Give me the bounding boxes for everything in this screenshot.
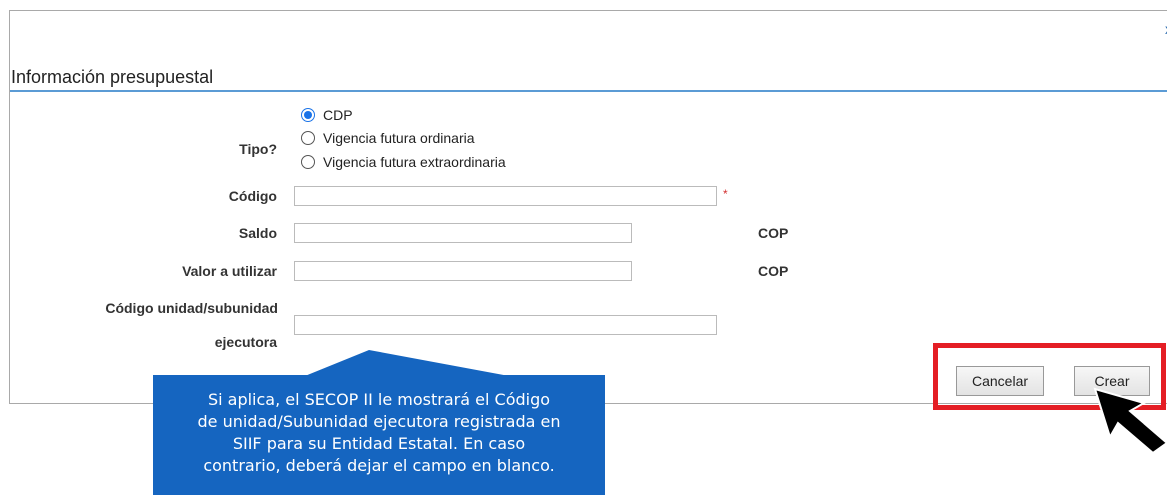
saldo-label: Saldo [238,225,277,241]
unidad-label-line2: ejecutora [214,334,277,350]
valor-input[interactable] [294,261,632,281]
radio-label-vigencia-ordinaria: Vigencia futura ordinaria [323,130,475,146]
radio-option-vigencia-ordinaria[interactable]: Vigencia futura ordinaria [301,130,475,146]
radio-button-vigencia-extraordinaria[interactable] [301,155,315,169]
valor-currency: COP [758,263,789,279]
callout-line: contrario, deberá dejar el campo en blan… [203,456,555,475]
radio-label-vigencia-extraordinaria: Vigencia futura extraordinaria [323,154,506,170]
callout-line: SIIF para su Entidad Estatal. En caso [232,434,526,453]
saldo-input[interactable] [294,223,632,243]
help-callout: Si aplica, el SECOP II le mostrará el Có… [153,375,605,495]
callout-line: de unidad/Subunidad ejecutora registrada… [197,412,561,431]
section-header: Información presupuestal [10,66,1167,92]
saldo-currency: COP [758,225,789,241]
section-title: Información presupuestal [11,67,214,87]
tipo-label: Tipo? [239,141,277,157]
radio-button-vigencia-ordinaria[interactable] [301,131,315,145]
radio-button-cdp[interactable] [301,108,315,122]
mouse-pointer-icon [1093,387,1167,455]
codigo-input[interactable] [294,186,717,206]
valor-label: Valor a utilizar [182,263,277,279]
radio-label-cdp: CDP [323,107,353,123]
codigo-label: Código [228,188,277,204]
radio-option-cdp[interactable]: CDP [301,107,353,123]
unidad-label-line1: Código unidad/subunidad [105,300,278,316]
required-mark: * [723,187,728,201]
callout-line: Si aplica, el SECOP II le mostrará el Có… [207,390,551,409]
radio-option-vigencia-extraordinaria[interactable]: Vigencia futura extraordinaria [301,154,506,170]
unidad-input[interactable] [294,315,717,335]
